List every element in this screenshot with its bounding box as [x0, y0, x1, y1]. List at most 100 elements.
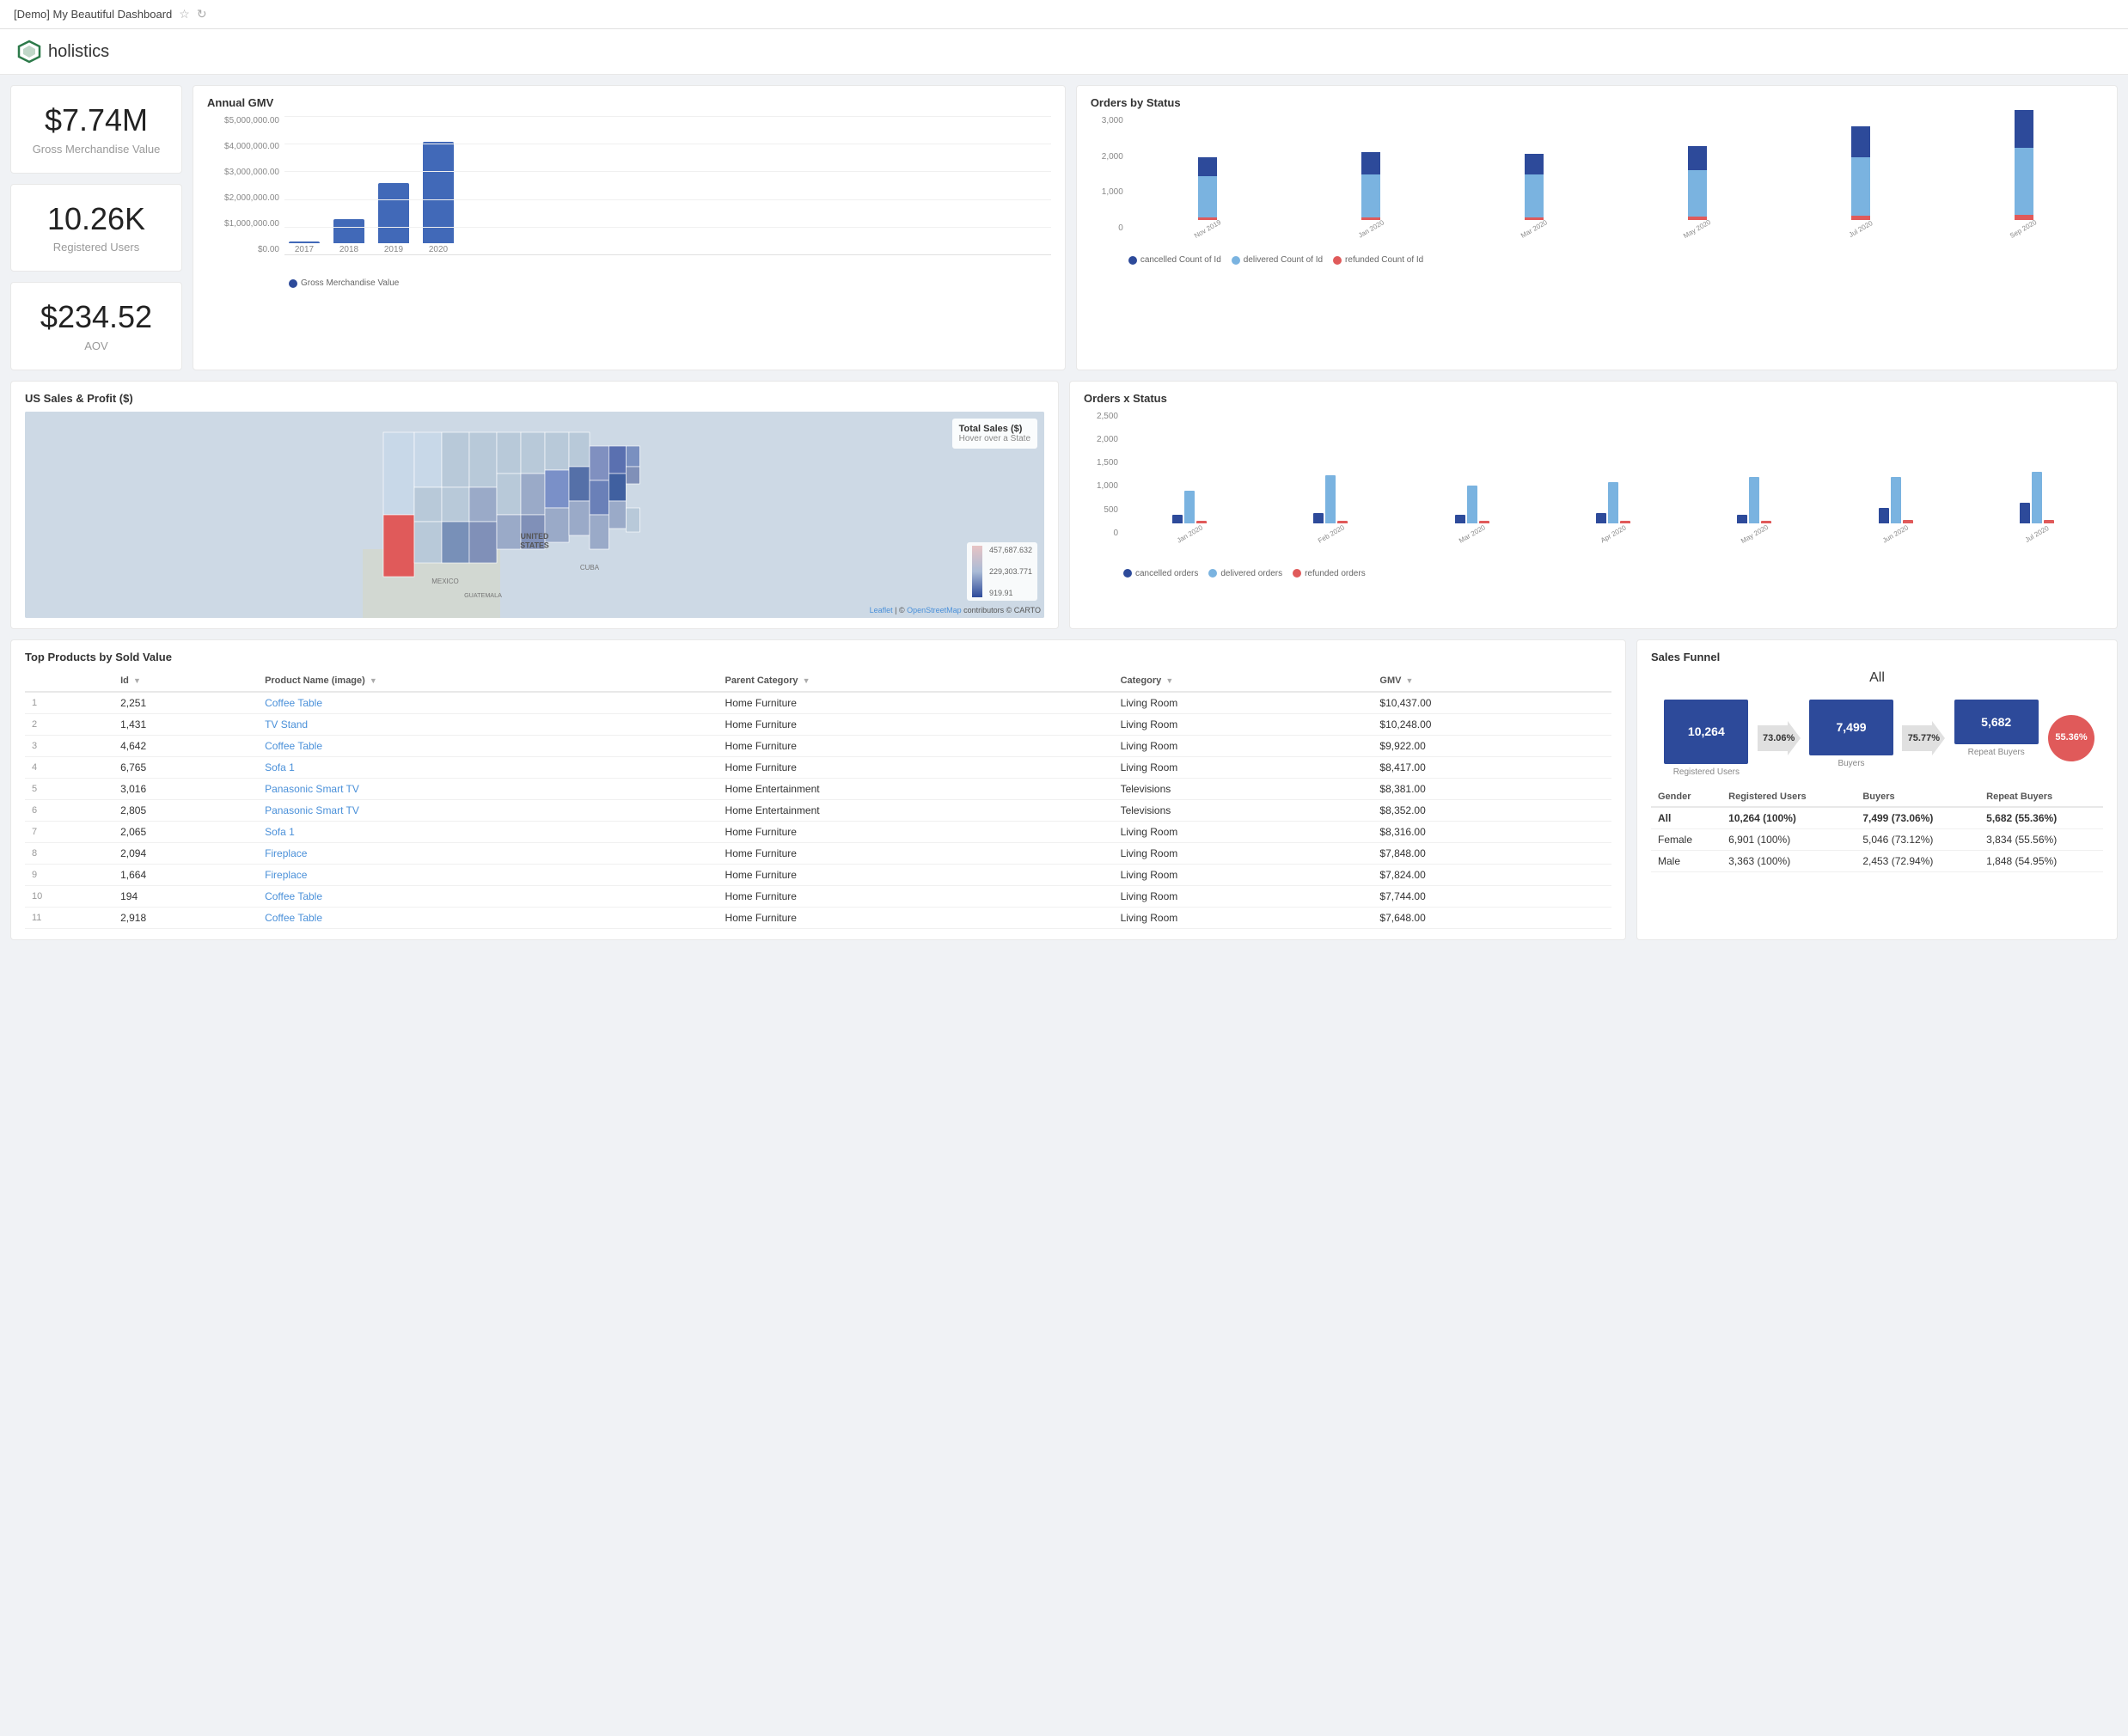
orders-x-status-card: Orders x Status 2,500 2,000 1,500 1,000 … [1069, 381, 2118, 629]
stacked-cancelled [2015, 110, 2033, 148]
stacked-cancelled [1198, 157, 1217, 176]
funnel-bar-rect: 7,499 [1809, 700, 1893, 755]
row-2: US Sales & Profit ($) [10, 381, 2118, 629]
state-nj [626, 467, 639, 484]
refresh-icon[interactable]: ↻ [197, 7, 207, 21]
product-link[interactable]: Coffee Table [265, 697, 322, 709]
ox-delivered [1184, 491, 1195, 523]
y-label: $0.00 [207, 245, 279, 254]
cell-parent: Home Furniture [719, 821, 1114, 842]
stacked-delivered [1851, 157, 1870, 216]
map-title: US Sales & Profit ($) [25, 392, 1044, 405]
funnel-cell-gender: All [1651, 807, 1721, 829]
product-link[interactable]: Coffee Table [265, 912, 322, 924]
legend-label: Gross Merchandise Value [301, 278, 399, 288]
ox-cancelled [1172, 515, 1183, 523]
orders-status-legend: cancelled Count of Id delivered Count of… [1091, 255, 2103, 265]
cell-num: 11 [25, 907, 113, 928]
cell-category: Living Room [1114, 756, 1373, 778]
cell-category: Living Room [1114, 735, 1373, 756]
product-link[interactable]: Panasonic Smart TV [265, 804, 359, 816]
legend-refunded-label: refunded orders [1305, 569, 1366, 578]
legend-dot [1208, 569, 1217, 578]
stacked-delivered [2015, 148, 2033, 215]
osm-link[interactable]: OpenStreetMap [907, 606, 962, 614]
map-mexico-label: MEXICO [431, 578, 459, 585]
funnel-col-buyers: Buyers [1856, 787, 1979, 807]
stacked-delivered [1361, 174, 1380, 217]
legend-dot-refunded [1333, 256, 1342, 265]
state-mt [469, 432, 497, 487]
cell-gmv: $8,316.00 [1373, 821, 1611, 842]
map-attr-text: | © [895, 606, 907, 614]
cell-name: Coffee Table [258, 735, 718, 756]
annual-gmv-title: Annual GMV [207, 96, 1051, 109]
kpi-column: $7.74M Gross Merchandise Value 10.26K Re… [10, 85, 182, 370]
stacked-delivered [1525, 174, 1544, 217]
product-link[interactable]: TV Stand [265, 718, 308, 730]
map-us-label: UNITED [521, 532, 549, 541]
map-info-box: Total Sales ($) Hover over a State [952, 419, 1037, 449]
ox-delivered [2032, 472, 2042, 523]
funnel-data-table: Gender Registered Users Buyers Repeat Bu… [1651, 787, 2103, 872]
table-row: 11 2,918 Coffee Table Home Furniture Liv… [25, 907, 1611, 928]
product-link[interactable]: Fireplace [265, 869, 307, 881]
funnel-chart: 10,264 Registered Users 73.06% 7,499 [1660, 700, 2094, 777]
table-row: 8 2,094 Fireplace Home Furniture Living … [25, 842, 1611, 864]
state-ct [626, 446, 639, 467]
funnel-bar-value: 10,264 [1688, 724, 1725, 738]
ox-label: Apr 2020 [1599, 523, 1628, 544]
y-label: 1,500 [1084, 458, 1118, 468]
state-il [545, 470, 569, 508]
cell-category: Living Room [1114, 885, 1373, 907]
legend-cancelled-label: cancelled Count of Id [1140, 255, 1221, 265]
product-link[interactable]: Coffee Table [265, 890, 322, 902]
leaflet-link[interactable]: Leaflet [870, 606, 893, 614]
funnel-cell-reg: 6,901 (100%) [1721, 828, 1856, 850]
map-legend-bar [972, 546, 982, 597]
y-label: 2,000 [1084, 435, 1118, 444]
state-fl [626, 508, 639, 532]
funnel-cell-buyers: 7,499 (73.06%) [1856, 807, 1979, 829]
cell-num: 7 [25, 821, 113, 842]
stacked-delivered [1688, 170, 1707, 217]
map-legend-mid: 229,303.771 [989, 567, 1032, 576]
stacked-refunded [1851, 216, 1870, 220]
star-icon[interactable]: ☆ [179, 7, 190, 21]
cell-gmv: $7,824.00 [1373, 864, 1611, 885]
cell-category: Televisions [1114, 799, 1373, 821]
funnel-cell-buyers: 2,453 (72.94%) [1856, 850, 1979, 871]
cell-num: 9 [25, 864, 113, 885]
y-label: 2,000 [1091, 152, 1123, 162]
product-link[interactable]: Sofa 1 [265, 761, 295, 773]
cell-parent: Home Furniture [719, 864, 1114, 885]
legend-cancelled: cancelled Count of Id [1128, 255, 1221, 265]
map-legend: 457,687.632 229,303.771 919.91 [967, 542, 1037, 601]
y-label: $4,000,000.00 [207, 142, 279, 151]
cell-id: 3,016 [113, 778, 258, 799]
state-wi [545, 432, 569, 470]
col-name: Product Name (image) ▼ [258, 670, 718, 692]
ox-label: Mar 2020 [1458, 523, 1487, 545]
funnel-cell-repeat: 3,834 (55.56%) [1979, 828, 2103, 850]
funnel-cell-reg: 3,363 (100%) [1721, 850, 1856, 871]
funnel-end-badge: 55.36% [2048, 715, 2094, 761]
funnel-col-gender: Gender [1651, 787, 1721, 807]
product-link[interactable]: Fireplace [265, 847, 307, 859]
ox-refunded [1337, 521, 1348, 523]
state-wa [383, 432, 414, 515]
state-mi [569, 432, 590, 467]
table-row: 3 4,642 Coffee Table Home Furniture Livi… [25, 735, 1611, 756]
product-link[interactable]: Coffee Table [265, 740, 322, 752]
legend-delivered: delivered Count of Id [1232, 255, 1323, 265]
col-parent: Parent Category ▼ [719, 670, 1114, 692]
users-label: Registered Users [25, 241, 168, 254]
y-label: $1,000,000.00 [207, 219, 279, 229]
state-ok [497, 515, 521, 549]
product-link[interactable]: Sofa 1 [265, 826, 295, 838]
map-hover-hint: Hover over a State [959, 434, 1030, 443]
funnel-bar-sub: Registered Users [1673, 767, 1740, 777]
funnel-bar-1: 10,264 Registered Users [1660, 700, 1753, 777]
product-link[interactable]: Panasonic Smart TV [265, 783, 359, 795]
cell-gmv: $10,437.00 [1373, 692, 1611, 714]
